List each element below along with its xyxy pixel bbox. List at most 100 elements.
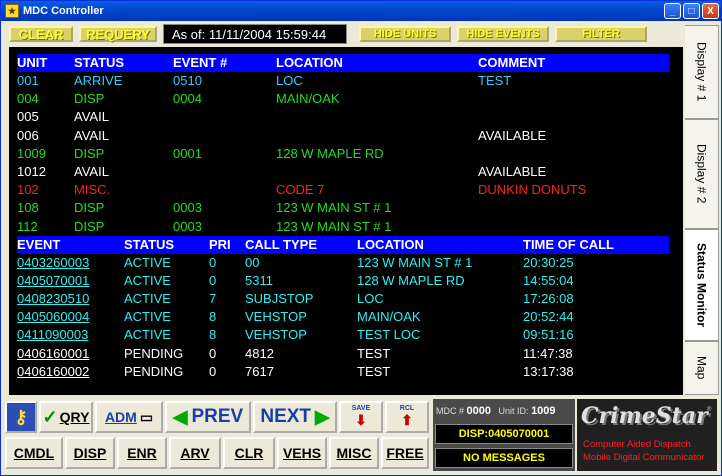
- event-row[interactable]: 0408230510 ACTIVE 7 SUBJSTOP LOC 17:26:08: [17, 290, 669, 308]
- unit-cell-event: 0510: [173, 73, 202, 88]
- event-row[interactable]: 0406160002 PENDING 0 7617 TEST 13:17:38: [17, 363, 669, 381]
- save-button[interactable]: SAVE ⬇: [339, 401, 383, 433]
- messages-status[interactable]: NO MESSAGES: [435, 448, 573, 468]
- disp-button[interactable]: DISP: [65, 437, 115, 469]
- keys-button[interactable]: ⚷: [5, 401, 37, 433]
- event-number-link[interactable]: 0405070001: [17, 273, 89, 288]
- event-cell-time: 09:51:16: [523, 327, 574, 343]
- next-button[interactable]: NEXT ▶: [253, 401, 337, 433]
- requery-button[interactable]: REQUERY: [79, 26, 157, 42]
- event-number-link[interactable]: 0406160002: [17, 364, 89, 379]
- event-cell-status: PENDING: [124, 363, 184, 379]
- events-col-status[interactable]: STATUS: [124, 237, 174, 252]
- events-col-pri[interactable]: PRI: [209, 237, 231, 252]
- adm-button[interactable]: ADM ▭: [95, 401, 163, 433]
- free-button[interactable]: FREE: [381, 437, 429, 469]
- units-col-unit[interactable]: UNIT: [17, 55, 47, 70]
- event-cell-pri: 0: [209, 363, 217, 379]
- unit-cell-unit: 004: [17, 91, 39, 107]
- event-number-link[interactable]: 0408230510: [17, 291, 89, 306]
- event-number-link[interactable]: 0403260003: [17, 255, 89, 270]
- event-cell-location: 128 W MAPLE RD: [357, 272, 465, 288]
- unit-row[interactable]: 108 DISP 0003 123 W MAIN ST # 1: [17, 199, 669, 217]
- event-number-link[interactable]: 0411090003: [17, 327, 88, 342]
- event-cell-call_type: VEHSTOP: [245, 309, 307, 325]
- window-title: MDC Controller: [23, 5, 104, 17]
- unit-row[interactable]: 001 ARRIVE 0510 LOC TEST: [17, 72, 669, 90]
- cmdl-button[interactable]: CMDL: [5, 437, 63, 469]
- vehs-button[interactable]: VEHS: [277, 437, 327, 469]
- event-number-link[interactable]: 0405060004: [17, 309, 89, 324]
- event-row[interactable]: 0405070001 ACTIVE 0 5311 128 W MAPLE RD 14:55…: [17, 272, 669, 290]
- units-header-row: UNIT STATUS EVENT # LOCATION COMMENT: [17, 54, 669, 72]
- prev-button[interactable]: ◀ PREV: [165, 401, 251, 433]
- unit-row[interactable]: 004 DISP 0004 MAIN/OAK: [17, 90, 669, 108]
- unit-cell-status: DISP: [74, 200, 105, 216]
- unit-cell-location: MAIN/OAK: [276, 91, 340, 107]
- event-row[interactable]: 0411090003 ACTIVE 8 VEHSTOP TEST LOC 09:51:16: [17, 326, 669, 344]
- misc-button[interactable]: MISC: [329, 437, 379, 469]
- event-cell-location: TEST: [357, 345, 391, 361]
- hide-events-button[interactable]: HIDE EVENTS: [457, 26, 549, 42]
- event-cell-time: 20:30:25: [523, 254, 574, 270]
- unit-cell-event: 0001: [173, 145, 202, 161]
- event-row[interactable]: 0403260003 ACTIVE 0 00 123 W MAIN ST # 1 20:3…: [17, 254, 669, 272]
- enr-button[interactable]: ENR: [117, 437, 167, 469]
- unit-cell-unit: 112: [17, 218, 38, 234]
- recall-button[interactable]: RCL ⬆: [385, 401, 429, 433]
- clear-button[interactable]: CLEAR: [9, 26, 73, 42]
- unit-cell-unit: 1012: [17, 163, 46, 179]
- unit-row[interactable]: 006 AVAIL AVAILABLE: [17, 127, 669, 145]
- unit-cell-status: DISP: [74, 145, 105, 161]
- save-icon: ⬇: [355, 412, 367, 428]
- display-tabs: Display # 1 Display # 2 Status Monitor M…: [685, 23, 719, 395]
- tab-display-2[interactable]: Display # 2: [685, 119, 719, 229]
- unit-id: 1009: [531, 405, 556, 417]
- app-icon: ★: [5, 4, 19, 18]
- event-cell-call_type: 7617: [245, 363, 274, 379]
- qry-button[interactable]: ✓ QRY: [39, 401, 93, 433]
- hide-units-button[interactable]: HIDE UNITS: [359, 26, 451, 42]
- events-col-event[interactable]: EVENT: [17, 237, 60, 252]
- event-number-link[interactable]: 0406160001: [17, 346, 89, 361]
- unit-cell-location: LOC: [276, 73, 303, 88]
- units-col-location[interactable]: LOCATION: [276, 55, 343, 70]
- events-col-time[interactable]: TIME OF CALL: [523, 237, 614, 252]
- event-cell-call_type: 5311: [245, 272, 273, 288]
- units-col-status[interactable]: STATUS: [74, 55, 124, 70]
- close-button[interactable]: X: [702, 3, 719, 19]
- unit-row[interactable]: 112 DISP 0003 123 W MAIN ST # 1: [17, 218, 669, 236]
- arv-button[interactable]: ARV: [169, 437, 221, 469]
- event-cell-location: LOC: [357, 291, 384, 307]
- event-cell-location: MAIN/OAK: [357, 309, 421, 325]
- unit-cell-unit: 001: [17, 73, 39, 88]
- units-col-comment[interactable]: COMMENT: [478, 55, 545, 70]
- unit-row[interactable]: 005 AVAIL: [17, 108, 669, 126]
- maximize-button[interactable]: □: [683, 3, 700, 19]
- event-cell-time: 11:47:38: [523, 345, 573, 361]
- event-row[interactable]: 0406160001 PENDING 0 4812 TEST 11:47:38: [17, 345, 669, 363]
- unit-row[interactable]: 102 MISC. CODE 7 DUNKIN DONUTS: [17, 181, 669, 199]
- unit-row[interactable]: 1009 DISP 0001 128 W MAPLE RD: [17, 145, 669, 163]
- event-cell-pri: 0: [209, 345, 217, 361]
- dispatch-status[interactable]: DISP:0405070001: [435, 424, 573, 444]
- unit-cell-status: AVAIL: [74, 127, 109, 143]
- event-cell-status: PENDING: [124, 345, 184, 361]
- event-cell-status: ACTIVE: [124, 254, 171, 270]
- title-bar[interactable]: ★ MDC Controller _ □ X: [1, 1, 721, 21]
- tab-display-1[interactable]: Display # 1: [685, 25, 719, 119]
- bottom-panel: ⚷ ✓ QRY ADM ▭ ◀ PREV NEXT ▶ SAVE ⬇ RCL ⬆…: [3, 397, 719, 473]
- units-col-event[interactable]: EVENT #: [173, 55, 227, 70]
- events-col-location[interactable]: LOCATION: [357, 237, 424, 252]
- tab-status-monitor[interactable]: Status Monitor: [685, 229, 719, 341]
- unit-cell-event: 0004: [173, 91, 202, 107]
- tab-map[interactable]: Map: [685, 341, 719, 395]
- unit-cell-unit: 108: [17, 200, 39, 216]
- event-row[interactable]: 0405060004 ACTIVE 8 VEHSTOP MAIN/OAK 20:52:44: [17, 308, 669, 326]
- minimize-button[interactable]: _: [664, 3, 681, 19]
- clr-button[interactable]: CLR: [223, 437, 275, 469]
- filter-button[interactable]: FILTER: [555, 26, 647, 42]
- event-cell-pri: 8: [209, 309, 217, 325]
- events-col-call-type[interactable]: CALL TYPE: [245, 237, 317, 252]
- unit-row[interactable]: 1012 AVAIL AVAILABLE: [17, 163, 669, 181]
